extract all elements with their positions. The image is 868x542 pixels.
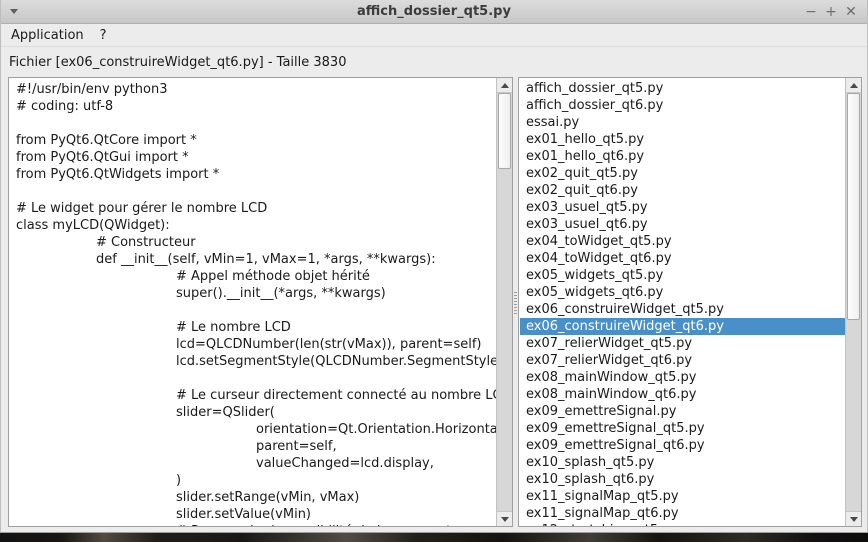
window-menu-triangle-icon[interactable] (10, 9, 18, 14)
list-item[interactable]: ex09_emettreSignal.py (520, 403, 845, 420)
code-content[interactable]: #!/usr/bin/env python3# coding: utf-8 fro… (10, 78, 496, 526)
list-item[interactable]: ex02_quit_qt6.py (520, 182, 845, 199)
list-item[interactable]: ex05_widgets_qt6.py (520, 284, 845, 301)
arrow-up-icon (501, 83, 509, 88)
maximize-button[interactable]: + (821, 0, 841, 24)
code-viewer-panel[interactable]: #!/usr/bin/env python3# coding: utf-8 fro… (8, 77, 513, 527)
code-line: lcd.setSegmentStyle(QLCDNumber.SegmentSt… (16, 353, 496, 370)
list-item[interactable]: essai.py (520, 114, 845, 131)
code-line: slider.setValue(vMin) (16, 506, 496, 523)
list-item[interactable]: ex07_relierWidget_qt5.py (520, 335, 845, 352)
code-line: #!/usr/bin/env python3 (16, 81, 496, 98)
menubar: Application ? (1, 24, 867, 47)
menu-help[interactable]: ? (92, 24, 115, 46)
code-line: orientation=Qt.Orientation.Horizontal, (16, 421, 496, 438)
list-item[interactable]: ex04_toWidget_qt6.py (520, 250, 845, 267)
code-line: # Appel méthode objet hérité (16, 268, 496, 285)
code-line: parent=self, (16, 438, 496, 455)
list-item[interactable]: ex10_splash_qt6.py (520, 471, 845, 488)
code-line: # Le widget pour gérer le nombre LCD (16, 200, 496, 217)
app-window: affich_dossier_qt5.py − + ✕ Application … (0, 0, 868, 533)
list-item[interactable]: ex09_emettreSignal_qt6.py (520, 437, 845, 454)
code-line: slider.setRange(vMin, vMax) (16, 489, 496, 506)
code-line: def __init__(self, vMin=1, vMax=1, *args… (16, 251, 496, 268)
arrow-down-icon (501, 517, 509, 522)
file-list-scrollbar-thumb[interactable] (847, 93, 860, 320)
code-line: ) (16, 472, 496, 489)
scroll-down-button[interactable] (846, 511, 861, 526)
list-item[interactable]: ex01_hello_qt5.py (520, 131, 845, 148)
list-item[interactable]: ex11_signalMap_qt6.py (520, 505, 845, 522)
list-item-selected[interactable]: ex06_construireWidget_qt6.py (520, 318, 845, 335)
list-item[interactable]: ex01_hello_qt6.py (520, 148, 845, 165)
code-line: from PyQt6.QtGui import * (16, 149, 496, 166)
minimize-button[interactable]: − (801, 0, 821, 24)
list-item[interactable]: ex12_stretching_qt5.py (520, 522, 845, 526)
list-item[interactable]: ex08_mainWindow_qt5.py (520, 369, 845, 386)
list-item[interactable]: ex05_widgets_qt5.py (520, 267, 845, 284)
menu-application[interactable]: Application (3, 24, 92, 46)
file-list-panel[interactable]: affich_dossier_qt5.pyaffich_dossier_qt6.… (518, 77, 862, 527)
list-item[interactable]: ex06_construireWidget_qt5.py (520, 301, 845, 318)
titlebar: affich_dossier_qt5.py − + ✕ (1, 0, 867, 24)
list-item[interactable]: ex02_quit_qt5.py (520, 165, 845, 182)
list-item[interactable]: ex04_toWidget_qt5.py (520, 233, 845, 250)
list-item[interactable]: affich_dossier_qt5.py (520, 80, 845, 97)
file-list-scrollbar[interactable] (845, 78, 861, 526)
window-controls: − + ✕ (801, 0, 861, 24)
file-info-label: Fichier [ex06_construireWidget_qt6.py] -… (9, 55, 346, 70)
scroll-up-button[interactable] (846, 78, 861, 93)
list-item[interactable]: ex03_usuel_qt5.py (520, 199, 845, 216)
code-line: # coding: utf-8 (16, 98, 496, 115)
code-line (16, 183, 496, 200)
code-line: slider=QSlider( (16, 404, 496, 421)
splitter-grip-icon (514, 292, 517, 316)
code-line (16, 302, 496, 319)
code-line: # Pour garder la possibilité de les conn… (16, 523, 496, 526)
list-item[interactable]: ex10_splash_qt5.py (520, 454, 845, 471)
scroll-down-button[interactable] (497, 511, 512, 526)
file-list[interactable]: affich_dossier_qt5.pyaffich_dossier_qt6.… (520, 78, 845, 526)
code-line: # Constructeur (16, 234, 496, 251)
code-scrollbar-thumb[interactable] (498, 93, 511, 169)
code-line (16, 115, 496, 132)
code-line: from PyQt6.QtWidgets import * (16, 166, 496, 183)
arrow-up-icon (850, 83, 858, 88)
code-line: class myLCD(QWidget): (16, 217, 496, 234)
code-line: lcd=QLCDNumber(len(str(vMax)), parent=se… (16, 336, 496, 353)
list-item[interactable]: affich_dossier_qt6.py (520, 97, 845, 114)
desktop-background (0, 533, 868, 542)
code-line: # Le nombre LCD (16, 319, 496, 336)
window-title: affich_dossier_qt5.py (357, 4, 511, 19)
code-line: super().__init__(*args, **kwargs) (16, 285, 496, 302)
close-button[interactable]: ✕ (841, 0, 861, 24)
code-scrollbar[interactable] (496, 78, 512, 526)
code-line: from PyQt6.QtCore import * (16, 132, 496, 149)
code-line: valueChanged=lcd.display, (16, 455, 496, 472)
arrow-down-icon (850, 517, 858, 522)
code-line (16, 370, 496, 387)
list-item[interactable]: ex09_emettreSignal_qt5.py (520, 420, 845, 437)
scroll-up-button[interactable] (497, 78, 512, 93)
code-line: # Le curseur directement connecté au nom… (16, 387, 496, 404)
list-item[interactable]: ex03_usuel_qt6.py (520, 216, 845, 233)
list-item[interactable]: ex07_relierWidget_qt6.py (520, 352, 845, 369)
list-item[interactable]: ex08_mainWindow_qt6.py (520, 386, 845, 403)
list-item[interactable]: ex11_signalMap_qt5.py (520, 488, 845, 505)
